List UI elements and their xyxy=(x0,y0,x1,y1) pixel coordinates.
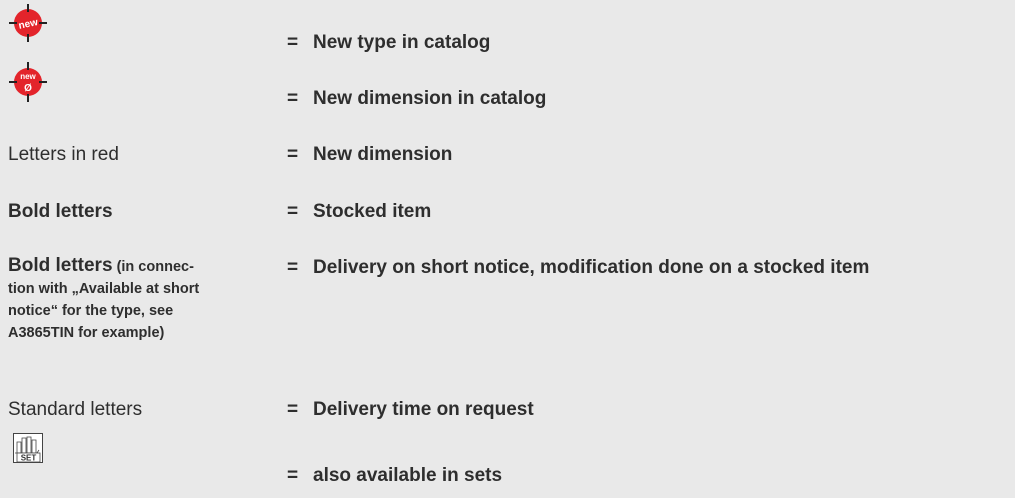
definition-new-dimension: = New dimension xyxy=(287,144,453,165)
definition-delivery-on-request: = Delivery time on request xyxy=(287,399,534,420)
term-note-line-1: (in connec- xyxy=(116,259,194,275)
term-note-line-4: A3865TIN for example) xyxy=(8,325,165,341)
term-note-line-2: tion with „Available at short xyxy=(8,281,200,297)
diameter-symbol: Ø xyxy=(24,83,32,94)
definition-new-dimension-catalog: = New dimension in catalog xyxy=(287,88,547,109)
definition-stocked-item: = Stocked item xyxy=(287,201,432,222)
definition-new-type: = New type in catalog xyxy=(287,32,491,53)
term-bold-short-notice: Bold letters (in connec- tion with „Avai… xyxy=(8,255,278,344)
term-standard-letters: Standard letters xyxy=(8,399,143,420)
definition-short-notice: = Delivery on short notice, modification … xyxy=(287,257,870,278)
term-note-line-3: notice“ for the type, see xyxy=(8,303,174,319)
term-letters-in-red: Letters in red xyxy=(8,144,119,165)
set-icon-text: SET xyxy=(21,454,37,463)
term-bold-letters-2: Bold letters xyxy=(8,255,113,276)
definition-sets: = also available in sets xyxy=(287,465,503,486)
new-dimension-badge-icon: new Ø xyxy=(9,62,47,102)
set-icon: SET xyxy=(13,433,43,463)
term-bold-letters: Bold letters xyxy=(8,201,113,222)
new-type-badge-icon: new xyxy=(9,4,47,42)
new-dimension-badge-text: new xyxy=(20,72,36,81)
